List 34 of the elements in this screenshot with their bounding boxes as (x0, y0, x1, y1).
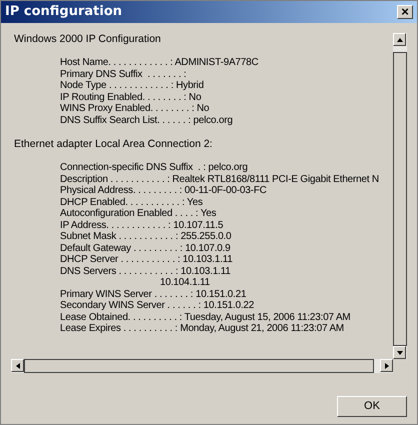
config-line: Subnet Mask . . . . . . . . . . . : 255.255.0.0 (59, 231, 232, 242)
window-title: IP configuration (5, 3, 122, 22)
config-line: Primary WINS Server . . . . . . . : 10.151.0.21 (59, 288, 248, 300)
config-line: Host Name. . . . . . . . . . . . : ADMINIST-9A778C (59, 57, 260, 68)
config-line: Physical Address. . . . . . . . . : 00-11-0F-00-03-FC (59, 185, 268, 196)
config-line: Lease Obtained. . . . . . . . . . : Tuesday, August 15, 2006 11:23:07 AM (59, 312, 352, 323)
up-arrow-icon (396, 36, 404, 44)
config-line: DHCP Enabled. . . . . . . . . . . : Yes (59, 196, 204, 208)
section-heading: Ethernet adapter Local Area Connection 2: (14, 138, 214, 150)
scroll-up-button[interactable] (393, 33, 406, 46)
left-arrow-icon (14, 362, 22, 370)
right-arrow-icon (382, 362, 390, 370)
scroll-down-button[interactable] (393, 346, 406, 359)
config-line: Autoconfiguration Enabled . . . . : Yes (59, 208, 218, 220)
close-button[interactable]: × (397, 5, 413, 19)
config-line: Primary DNS Suffix . . . . . . . : (59, 68, 188, 80)
scroll-left-button[interactable] (11, 359, 24, 372)
config-line: Connection-specific DNS Suffix . : pelco.org (59, 162, 249, 174)
config-line: Description . . . . . . . . . . . : Realtek RTL8168/8111 PCI-E Gigabit Ethernet N (59, 174, 380, 185)
config-line: DHCP Server . . . . . . . . . . . : 10.103.1.11 (59, 254, 234, 266)
config-line: DNS Servers . . . . . . . . . . . : 10.103.1.11 (59, 266, 232, 277)
config-line: DNS Suffix Search List. . . . . . : pelco.org (59, 114, 234, 126)
config-line: 10.104.1.11 (159, 277, 211, 288)
down-arrow-icon (396, 348, 404, 356)
config-line: Node Type . . . . . . . . . . . . : Hybrid (59, 80, 205, 92)
section-heading: Windows 2000 IP Configuration (14, 33, 162, 45)
config-line: WINS Proxy Enabled. . . . . . . . : No (59, 103, 210, 114)
config-line: IP Routing Enabled. . . . . . . . : No (59, 92, 202, 103)
config-line: Default Gateway . . . . . . . . . : 10.107.0.9 (59, 242, 232, 254)
config-line: IP Address. . . . . . . . . . . . : 10.107.11.5 (59, 220, 224, 231)
config-line: Lease Expires . . . . . . . . . . : Monday, August 21, 2006 11:23:07 AM (59, 323, 345, 334)
ok-button[interactable]: OK (337, 396, 407, 417)
config-line: Secondary WINS Server . . . . . . : 10.151.0.22 (59, 300, 256, 312)
scroll-right-button[interactable] (380, 359, 393, 372)
